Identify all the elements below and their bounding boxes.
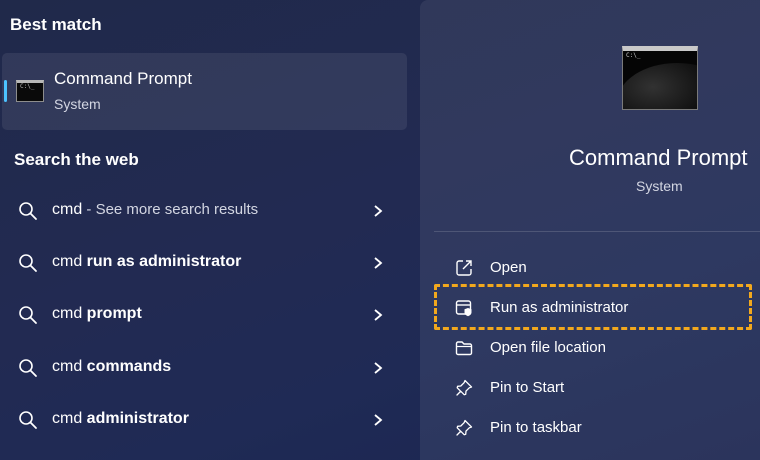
web-result-text: cmd - See more search results bbox=[52, 201, 258, 219]
query-hint: - See more search results bbox=[82, 201, 259, 218]
search-icon bbox=[19, 306, 37, 324]
web-result-item[interactable]: cmd prompt bbox=[0, 291, 408, 339]
web-heading: Search the web bbox=[14, 150, 139, 169]
selection-indicator bbox=[4, 80, 7, 102]
web-result-text: cmd administrator bbox=[52, 410, 189, 428]
search-icon bbox=[19, 359, 37, 377]
details-pane: C:\_ Command Prompt System Open Run as a… bbox=[420, 0, 760, 460]
action-label: Open file location bbox=[490, 339, 606, 356]
chevron-right-icon bbox=[374, 362, 383, 374]
query-suggestion: administrator bbox=[86, 410, 189, 427]
open-external-icon bbox=[456, 260, 472, 276]
search-icon bbox=[19, 411, 37, 429]
web-result-item[interactable]: cmd run as administrator bbox=[0, 239, 408, 287]
terminal-icon: C:\_ bbox=[16, 80, 44, 102]
web-result-item[interactable]: cmd commands bbox=[0, 344, 408, 392]
query-prefix: cmd bbox=[52, 305, 87, 322]
chevron-right-icon bbox=[374, 205, 383, 217]
results-pane: Best match C:\_ Command Prompt System Se… bbox=[0, 0, 420, 460]
search-icon bbox=[19, 254, 37, 272]
best-match-title: Command Prompt bbox=[54, 69, 192, 88]
query-suggestion: commands bbox=[86, 358, 172, 375]
web-result-text: cmd run as administrator bbox=[52, 253, 241, 271]
open-action[interactable]: Open bbox=[420, 248, 760, 288]
query-suggestion: run as administrator bbox=[86, 253, 242, 270]
query-prefix: cmd bbox=[52, 410, 87, 427]
query-prefix: cmd bbox=[52, 253, 87, 270]
highlight-box bbox=[434, 284, 752, 330]
chevron-right-icon bbox=[374, 414, 383, 426]
action-label: Pin to taskbar bbox=[490, 419, 582, 436]
web-result-item[interactable]: cmd - See more search results bbox=[0, 187, 408, 235]
terminal-icon: C:\_ bbox=[622, 46, 698, 110]
query-prefix: cmd bbox=[52, 358, 87, 375]
action-label: Open bbox=[490, 259, 527, 276]
web-result-item[interactable]: cmd administrator bbox=[0, 396, 408, 444]
open-file-location-action[interactable]: Open file location bbox=[420, 328, 760, 368]
folder-icon bbox=[455, 341, 473, 356]
best-match-heading: Best match bbox=[10, 15, 102, 34]
details-subtitle: System bbox=[636, 178, 683, 194]
pin-to-taskbar-action[interactable]: Pin to taskbar bbox=[420, 408, 760, 448]
divider bbox=[434, 231, 760, 232]
chevron-right-icon bbox=[374, 309, 383, 321]
pin-to-start-action[interactable]: Pin to Start bbox=[420, 368, 760, 408]
pin-icon bbox=[456, 419, 473, 436]
chevron-right-icon bbox=[374, 257, 383, 269]
search-icon bbox=[19, 202, 37, 220]
best-match-item[interactable]: C:\_ Command Prompt System bbox=[2, 53, 407, 130]
pin-icon bbox=[456, 379, 473, 396]
action-label: Pin to Start bbox=[490, 379, 565, 396]
web-result-text: cmd prompt bbox=[52, 305, 142, 323]
details-title: Command Prompt bbox=[569, 145, 748, 170]
query-suggestion: prompt bbox=[86, 305, 142, 322]
best-match-subtitle: System bbox=[54, 96, 101, 112]
query-prefix: cmd bbox=[52, 201, 83, 218]
web-result-text: cmd commands bbox=[52, 358, 171, 376]
